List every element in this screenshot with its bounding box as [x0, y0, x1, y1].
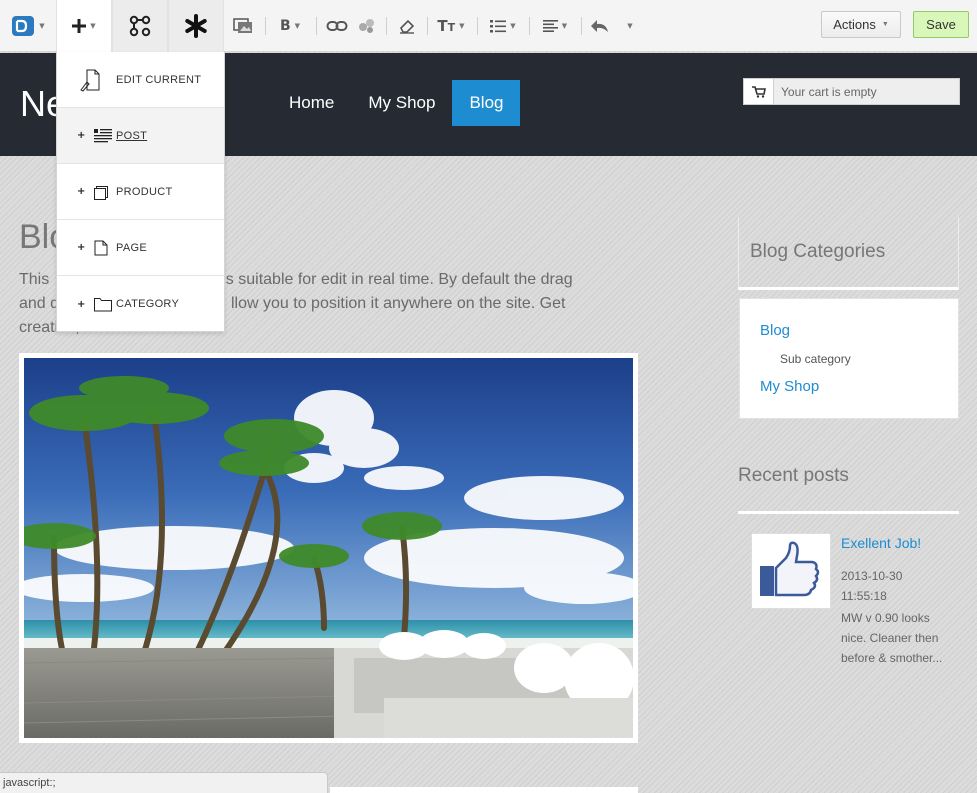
- image-button[interactable]: [230, 0, 256, 52]
- recent-post-excerpt: MW v 0.90 looks nice. Cleaner then befor…: [841, 611, 943, 665]
- menu-item-category[interactable]: + CATEGORY: [57, 276, 224, 332]
- menu-item-label: PAGE: [116, 241, 147, 254]
- app-logo-menu[interactable]: ▼: [6, 0, 50, 52]
- intro-fragment: and d: [19, 295, 60, 312]
- main-navigation: Home My Shop Blog: [272, 80, 521, 126]
- unlink-button[interactable]: [354, 0, 380, 52]
- chevron-down-icon: ▼: [510, 22, 516, 30]
- chevron-down-icon: ▼: [90, 22, 96, 30]
- link-icon: [326, 21, 348, 31]
- undo-icon: [591, 20, 608, 32]
- redo-menu-button[interactable]: ▼: [618, 0, 638, 52]
- intro-fragment: This: [19, 271, 50, 288]
- bold-button[interactable]: B ▼: [274, 0, 306, 52]
- align-button[interactable]: ▼: [538, 0, 572, 52]
- recent-post-date: 2013-10-30 11:55:18: [841, 566, 941, 606]
- menu-item-post[interactable]: + POST: [57, 108, 224, 164]
- chevron-down-icon: ▼: [561, 22, 568, 30]
- recent-post-thumbnail[interactable]: [751, 533, 831, 609]
- browser-status-bar: javascript:;: [0, 772, 328, 793]
- cart-icon[interactable]: [743, 78, 774, 105]
- plus-icon: +: [77, 130, 86, 141]
- asterisk-icon: [185, 14, 207, 38]
- cart-status[interactable]: Your cart is empty: [774, 78, 960, 105]
- edit-page-icon: [80, 69, 100, 92]
- actions-label: Actions: [833, 17, 876, 32]
- modules-icon: [129, 15, 151, 37]
- add-content-dropdown: EDIT CURRENT + POST + PRODUCT + PAGE + C…: [56, 52, 225, 332]
- chevron-down-icon: ▼: [459, 22, 465, 30]
- nav-item-blog[interactable]: Blog: [452, 80, 521, 126]
- blog-categories-header: Blog Categories: [738, 217, 959, 290]
- menu-item-label: EDIT CURRENT: [116, 73, 202, 86]
- plus-icon: +: [77, 242, 86, 253]
- save-button[interactable]: Save: [913, 11, 969, 38]
- category-link-blog[interactable]: Blog: [760, 322, 790, 339]
- settings-button[interactable]: [168, 0, 224, 52]
- blog-categories-list: Blog Sub category My Shop: [739, 298, 959, 419]
- editor-toolbar: ▼ ▼ B ▼ TT ▼ ▼ ▼ ▼ Actions ▼ Save: [0, 0, 977, 52]
- category-link-sub-category[interactable]: Sub category: [780, 352, 851, 366]
- text-size-icon: TT: [437, 17, 456, 35]
- menu-item-edit-current[interactable]: EDIT CURRENT: [57, 52, 224, 108]
- image-icon: [233, 18, 252, 33]
- menu-item-label: POST: [116, 129, 148, 142]
- list-button[interactable]: ▼: [486, 0, 520, 52]
- link-button[interactable]: [324, 0, 350, 52]
- app-logo-icon: [12, 16, 35, 36]
- recent-post-date-time: 11:55:18: [841, 589, 887, 603]
- post-icon: [94, 128, 112, 142]
- plus-icon: +: [77, 186, 86, 197]
- menu-item-label: PRODUCT: [116, 185, 173, 198]
- plus-icon: [72, 19, 87, 33]
- bold-icon: B: [279, 18, 291, 34]
- chevron-down-icon: ▼: [294, 22, 301, 30]
- actions-button[interactable]: Actions ▼: [821, 11, 901, 38]
- eraser-icon: [400, 19, 415, 34]
- menu-item-label: CATEGORY: [116, 298, 180, 310]
- cart-widget[interactable]: Your cart is empty: [743, 78, 960, 105]
- recent-post-title[interactable]: Exellent Job!: [841, 535, 921, 551]
- eraser-button[interactable]: [394, 0, 420, 52]
- align-left-icon: [542, 20, 558, 32]
- menu-item-page[interactable]: + PAGE: [57, 220, 224, 276]
- blog-categories-title: Blog Categories: [750, 241, 886, 262]
- nav-item-home[interactable]: Home: [272, 80, 351, 126]
- beach-photo: [24, 358, 633, 738]
- nav-item-my-shop[interactable]: My Shop: [351, 80, 452, 126]
- intro-fragment: nd is suitable for edit in real time. By…: [200, 271, 573, 288]
- chevron-down-icon: ▼: [627, 22, 633, 30]
- thumbs-up-icon: [760, 541, 820, 597]
- unlink-icon: [359, 19, 374, 33]
- list-icon: [490, 20, 507, 33]
- category-link-my-shop[interactable]: My Shop: [760, 378, 819, 395]
- recent-posts-title: Recent posts: [738, 465, 849, 486]
- chevron-down-icon: ▼: [881, 21, 889, 28]
- featured-image[interactable]: [19, 353, 638, 743]
- plus-icon: +: [77, 298, 86, 310]
- font-size-button[interactable]: TT ▼: [434, 0, 468, 52]
- undo-button[interactable]: [588, 0, 612, 52]
- folder-icon: [94, 298, 112, 312]
- recent-posts-header: Recent posts: [738, 444, 959, 514]
- modules-button[interactable]: [112, 0, 168, 52]
- recent-post-date-day: 2013-10-30: [841, 569, 903, 583]
- intro-fragment: llow you to position it anywhere on the …: [231, 295, 566, 312]
- menu-item-product[interactable]: + PRODUCT: [57, 164, 224, 220]
- page-icon: [94, 240, 108, 255]
- add-content-button[interactable]: ▼: [56, 0, 112, 52]
- next-post-edge: [330, 787, 638, 793]
- product-icon: [94, 185, 108, 200]
- chevron-down-icon: ▼: [39, 22, 45, 30]
